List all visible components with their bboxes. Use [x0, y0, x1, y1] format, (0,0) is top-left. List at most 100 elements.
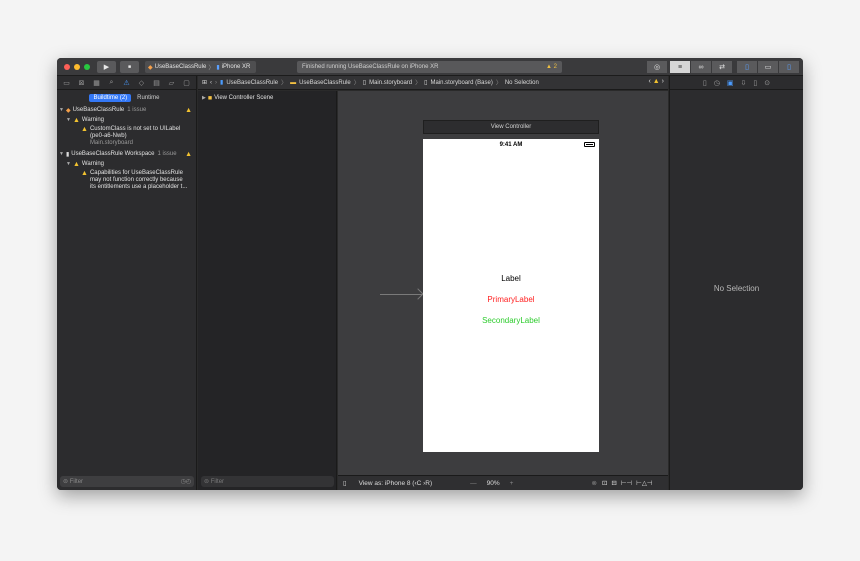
issue-group-row[interactable]: ▼ ▲ Warning — [57, 115, 196, 125]
update-frames-icon[interactable]: ⊗ — [591, 479, 596, 487]
disclosure-open-icon[interactable]: ▼ — [66, 161, 71, 167]
previous-issue-icon[interactable]: ‹ — [648, 78, 650, 85]
filter-icon: ⊜ — [63, 479, 69, 485]
issue-message-item[interactable]: ▲ CustomClass is not set to UILabel (pe0… — [57, 126, 196, 147]
zoom-in-button[interactable]: + — [510, 480, 514, 487]
filter-options-icon[interactable]: ◷◴ — [181, 478, 191, 485]
add-constraints-icon[interactable]: ⊢⊣ — [621, 479, 632, 487]
disclosure-open-icon[interactable]: ▼ — [66, 117, 71, 123]
status-warning-badge[interactable]: ▲ 2 — [546, 64, 557, 70]
jumpbar-project[interactable]: UseBaseClassRule — [226, 80, 278, 86]
navigator-toggle-icon[interactable]: ▯ — [737, 61, 757, 73]
file-inspector-icon[interactable]: ▯ — [703, 79, 707, 87]
status-text: Finished running UseBaseClassRule on iPh… — [302, 64, 439, 70]
close-window-button[interactable] — [64, 64, 70, 70]
view-controller-view[interactable]: 9:41 AM Label PrimaryLabel SecondaryLabe… — [423, 139, 599, 452]
workspace-icon: ▮ — [65, 151, 70, 158]
activity-status: Finished running UseBaseClassRule on iPh… — [297, 61, 562, 73]
forward-icon[interactable]: › — [215, 80, 217, 86]
quick-help-icon[interactable]: ◷ — [714, 79, 720, 87]
identity-inspector-icon[interactable]: ▣ — [727, 79, 734, 87]
issue-project-name: UseBaseClassRule — [72, 107, 125, 113]
warning-icon: ▲ — [185, 150, 192, 158]
inspector-tab-bar: ▯ ◷ ▣ ⇩ ▯ ⊙ — [670, 76, 803, 90]
warning-icon[interactable]: ⚠ — [122, 79, 131, 87]
issue-file: Main.storyboard — [89, 140, 133, 146]
symbol-icon[interactable]: ▦ — [92, 79, 101, 87]
library-buttons: ◎ — [647, 61, 667, 73]
inspector-panel: ▯ ◷ ▣ ⇩ ▯ ⊙ No Selection — [669, 76, 803, 490]
folder-icon[interactable]: ▭ — [62, 79, 71, 87]
jump-bar: ⊞ ‹ › ▮ UseBaseClassRule 〉 ▬ UseBaseClas… — [198, 76, 668, 90]
storyboard-file-icon: ▯ — [424, 80, 428, 86]
size-inspector-icon[interactable]: ▯ — [753, 79, 757, 87]
issue-message: CustomClass is not set to UILabel (pe0-a… — [90, 126, 180, 147]
jumpbar-group[interactable]: UseBaseClassRule — [299, 80, 351, 86]
filter-placeholder: Filter — [69, 479, 84, 485]
search-icon[interactable]: ⌕ — [107, 79, 116, 87]
disclosure-closed-icon[interactable]: ▶ — [202, 95, 206, 101]
view-controller-icon: ■ — [207, 94, 213, 102]
assistant-editor-icon[interactable]: ∞ — [691, 61, 711, 73]
storyboard-canvas[interactable]: View Controller 9:41 AM Label PrimaryLab… — [338, 91, 668, 475]
issue-list: ▼ ◆ UseBaseClassRule 1 issue ▲ ▼ ▲ Warni… — [57, 105, 196, 191]
align-icon[interactable]: ⊟ — [611, 479, 616, 487]
panel-toggle-control: ▯ ▭ ▯ — [737, 61, 799, 73]
disclosure-open-icon[interactable]: ▼ — [59, 107, 64, 113]
resolve-layout-icon[interactable]: ⊢△⊣ — [636, 479, 652, 487]
primary-label-view[interactable]: PrimaryLabel — [423, 295, 599, 304]
jumpbar-selection[interactable]: No Selection — [505, 80, 539, 86]
zoom-out-button[interactable]: — — [470, 480, 477, 487]
issue-stepper[interactable]: ‹ ▲ › — [648, 78, 664, 85]
debug-area-toggle-icon[interactable]: ▭ — [758, 61, 778, 73]
xcode-window: ▶ ■ ◆ UseBaseClassRule 〉 ▮ iPhone XR Fin… — [57, 58, 803, 490]
breakpoint-icon[interactable]: ▱ — [167, 79, 176, 87]
version-editor-icon[interactable]: ⇄ — [712, 61, 732, 73]
scene-title-bar[interactable]: View Controller — [423, 120, 599, 134]
issue-message-item[interactable]: ▲ Capabilities for UseBaseClassRule may … — [57, 170, 196, 191]
issue-project-row[interactable]: ▼ ◆ UseBaseClassRule 1 issue ▲ — [57, 105, 196, 115]
secondary-label-view[interactable]: SecondaryLabel — [423, 316, 599, 325]
standard-editor-icon[interactable]: ≡ — [670, 61, 690, 73]
issue-message-line: Capabilities for UseBaseClassRule — [89, 170, 183, 176]
jumpbar-file[interactable]: Main.storyboard — [369, 80, 412, 86]
label-view[interactable]: Label — [423, 274, 599, 283]
navigator-filter-field[interactable]: ⊜ Filter ◷◴ — [60, 476, 194, 487]
jumpbar-localization[interactable]: Main.storyboard (Base) — [430, 80, 492, 86]
related-items-icon[interactable]: ⊞ — [202, 79, 207, 86]
back-icon[interactable]: ‹ — [210, 80, 212, 86]
outline-scene-row[interactable]: ▶ ■ View Controller Scene — [198, 93, 336, 103]
stop-button[interactable]: ■ — [120, 61, 139, 73]
source-control-icon[interactable]: ⊠ — [77, 79, 86, 87]
no-selection-label: No Selection — [713, 284, 760, 293]
disclosure-open-icon[interactable]: ▼ — [59, 151, 64, 157]
view-as-device-button[interactable]: View as: iPhone 8 (‹C ›R) — [359, 480, 433, 487]
connections-inspector-icon[interactable]: ⊙ — [764, 79, 770, 87]
issue-message-line: may not function correctly because — [89, 177, 183, 183]
next-issue-icon[interactable]: › — [662, 78, 664, 85]
zoom-window-button[interactable] — [84, 64, 90, 70]
issue-message-line: (pe0-a6-Nwb) — [89, 133, 127, 139]
issue-group-row[interactable]: ▼ ▲ Warning — [57, 159, 196, 169]
filter-icon: ⊜ — [204, 479, 210, 485]
tab-buildtime[interactable]: Buildtime (2) — [89, 94, 132, 102]
test-icon[interactable]: ◇ — [137, 79, 146, 87]
inspector-toggle-icon[interactable]: ▯ — [779, 61, 799, 73]
library-icon[interactable]: ◎ — [647, 61, 667, 73]
attributes-inspector-icon[interactable]: ⇩ — [740, 79, 746, 87]
outline-toggle-icon[interactable]: ▯ — [343, 479, 347, 487]
embed-in-icon[interactable]: ⊡ — [602, 479, 607, 487]
issue-message: Capabilities for UseBaseClassRule may no… — [90, 170, 187, 191]
entry-point-arrow[interactable] — [380, 294, 422, 295]
report-icon[interactable]: ▢ — [182, 79, 191, 87]
scheme-selector[interactable]: ◆ UseBaseClassRule 〉 ▮ iPhone XR — [145, 61, 256, 73]
issue-project-row[interactable]: ▼ ▮ UseBaseClassRule Workspace 1 issue ▲ — [57, 149, 196, 159]
outline-filter-field[interactable]: ⊜ Filter — [201, 476, 334, 487]
issue-group-label: Warning — [81, 117, 105, 123]
run-button[interactable]: ▶ — [97, 61, 116, 73]
tab-runtime[interactable]: Runtime — [133, 94, 163, 102]
debug-icon[interactable]: ▤ — [152, 79, 161, 87]
minimize-window-button[interactable] — [74, 64, 80, 70]
project-icon: ◆ — [65, 107, 71, 114]
device-name: iPhone XR — [221, 64, 251, 70]
